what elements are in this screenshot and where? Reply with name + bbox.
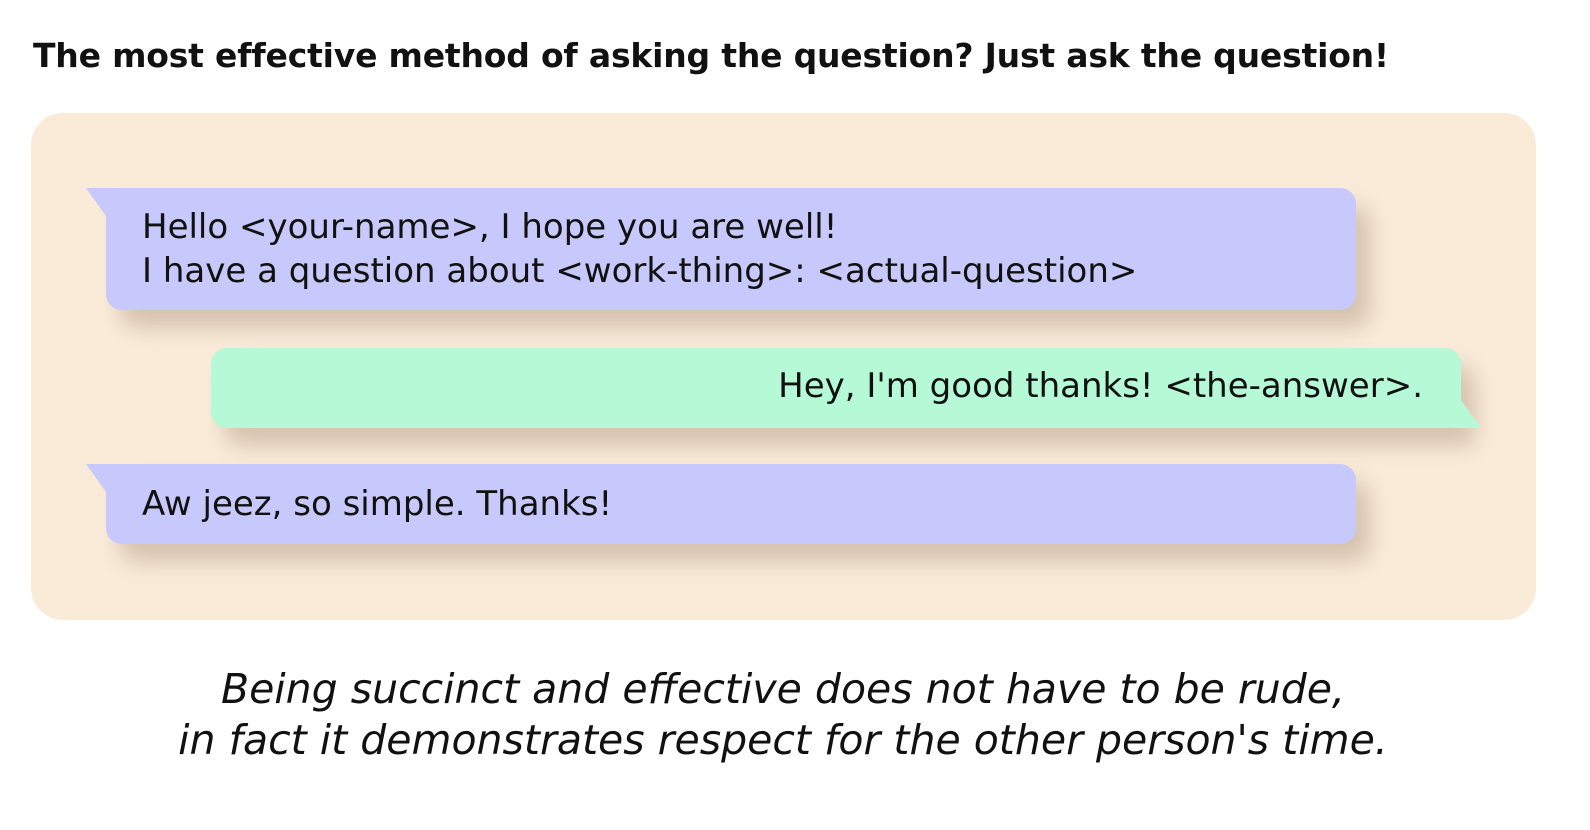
message-text-line: Hey, I'm good thanks! <the-answer>.: [778, 366, 1423, 406]
message-bubble-outgoing-answer: Hey, I'm good thanks! <the-answer>.: [211, 348, 1481, 428]
message-text-line: Aw jeez, so simple. Thanks!: [142, 484, 613, 524]
message-text-line: Hello <your-name>, I hope you are well!: [142, 207, 838, 247]
page-title: The most effective method of asking the …: [33, 36, 1389, 75]
caption-line: in fact it demonstrates respect for the …: [178, 716, 1388, 764]
caption: Being succinct and effective does not ha…: [0, 664, 1566, 766]
chat-panel: Hello <your-name>, I hope you are well! …: [31, 113, 1536, 620]
message-bubble-incoming-greeting: Hello <your-name>, I hope you are well! …: [86, 188, 1356, 310]
message-text-line: I have a question about <work-thing>: <a…: [142, 251, 1138, 291]
caption-line: Being succinct and effective does not ha…: [220, 665, 1346, 713]
message-bubble-incoming-thanks: Aw jeez, so simple. Thanks!: [86, 464, 1356, 544]
